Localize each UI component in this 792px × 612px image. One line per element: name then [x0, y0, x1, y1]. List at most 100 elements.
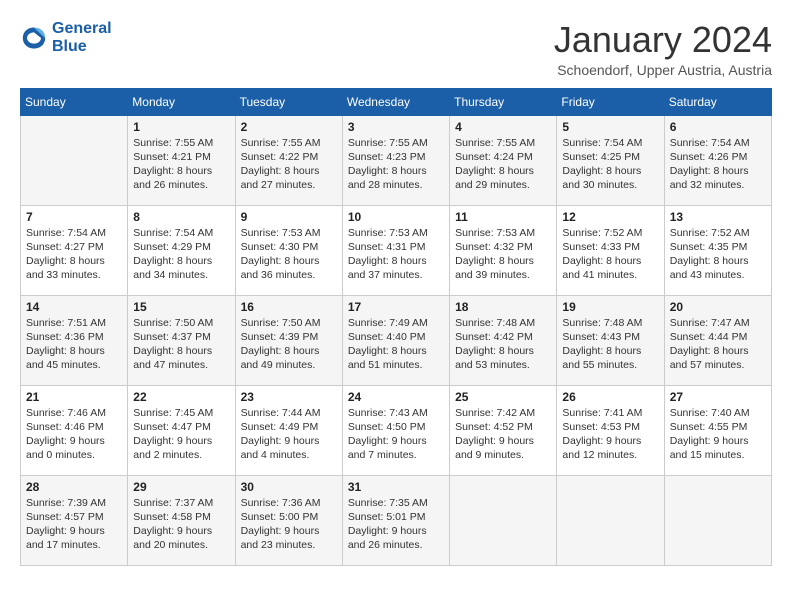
- day-info: Sunrise: 7:55 AM Sunset: 4:23 PM Dayligh…: [348, 136, 444, 193]
- day-info: Sunrise: 7:54 AM Sunset: 4:26 PM Dayligh…: [670, 136, 766, 193]
- calendar-cell: 28 Sunrise: 7:39 AM Sunset: 4:57 PM Dayli…: [21, 475, 128, 565]
- calendar-cell: 6 Sunrise: 7:54 AM Sunset: 4:26 PM Daylig…: [664, 115, 771, 205]
- calendar-cell: 13 Sunrise: 7:52 AM Sunset: 4:35 PM Dayli…: [664, 205, 771, 295]
- day-number: 9: [241, 210, 337, 224]
- day-number: 30: [241, 480, 337, 494]
- calendar-cell: [21, 115, 128, 205]
- calendar-cell: 8Sunrise: 7:54 AM Sunset: 4:29 PM Daylig…: [128, 205, 235, 295]
- day-info: Sunrise: 7:44 AM Sunset: 4:49 PM Dayligh…: [241, 406, 337, 463]
- calendar-cell: 7 Sunrise: 7:54 AM Sunset: 4:27 PM Daylig…: [21, 205, 128, 295]
- calendar-cell: 22Sunrise: 7:45 AM Sunset: 4:47 PM Dayli…: [128, 385, 235, 475]
- calendar-cell: 12 Sunrise: 7:52 AM Sunset: 4:33 PM Dayli…: [557, 205, 664, 295]
- calendar-cell: 11 Sunrise: 7:53 AM Sunset: 4:32 PM Dayli…: [450, 205, 557, 295]
- calendar-cell: [450, 475, 557, 565]
- weekday-header-monday: Monday: [128, 88, 235, 115]
- day-number: 17: [348, 300, 444, 314]
- day-number: 5: [562, 120, 658, 134]
- calendar-cell: 15Sunrise: 7:50 AM Sunset: 4:37 PM Dayli…: [128, 295, 235, 385]
- day-info: Sunrise: 7:55 AM Sunset: 4:24 PM Dayligh…: [455, 136, 551, 193]
- calendar-cell: 18Sunrise: 7:48 AM Sunset: 4:42 PM Dayli…: [450, 295, 557, 385]
- day-info: Sunrise: 7:46 AM Sunset: 4:46 PM Dayligh…: [26, 406, 122, 463]
- day-number: 19: [562, 300, 658, 314]
- calendar-cell: 10 Sunrise: 7:53 AM Sunset: 4:31 PM Dayli…: [342, 205, 449, 295]
- calendar-header: SundayMondayTuesdayWednesdayThursdayFrid…: [21, 88, 772, 115]
- calendar-cell: [557, 475, 664, 565]
- day-number: 6: [670, 120, 766, 134]
- calendar-cell: 9Sunrise: 7:53 AM Sunset: 4:30 PM Daylig…: [235, 205, 342, 295]
- weekday-header-sunday: Sunday: [21, 88, 128, 115]
- calendar-cell: 31Sunrise: 7:35 AM Sunset: 5:01 PM Dayli…: [342, 475, 449, 565]
- day-number: 10: [348, 210, 444, 224]
- day-number: 13: [670, 210, 766, 224]
- day-number: 29: [133, 480, 229, 494]
- day-info: Sunrise: 7:53 AM Sunset: 4:31 PM Dayligh…: [348, 226, 444, 283]
- calendar-cell: 5Sunrise: 7:54 AM Sunset: 4:25 PM Daylig…: [557, 115, 664, 205]
- day-number: 14: [26, 300, 122, 314]
- calendar-cell: 29 Sunrise: 7:37 AM Sunset: 4:58 PM Dayli…: [128, 475, 235, 565]
- day-info: Sunrise: 7:37 AM Sunset: 4:58 PM Dayligh…: [133, 496, 229, 553]
- month-year-title: January 2024: [554, 20, 772, 60]
- day-number: 25: [455, 390, 551, 404]
- calendar-cell: 3 Sunrise: 7:55 AM Sunset: 4:23 PM Daylig…: [342, 115, 449, 205]
- calendar-table: SundayMondayTuesdayWednesdayThursdayFrid…: [20, 88, 772, 566]
- calendar-cell: 4 Sunrise: 7:55 AM Sunset: 4:24 PM Daylig…: [450, 115, 557, 205]
- day-info: Sunrise: 7:53 AM Sunset: 4:32 PM Dayligh…: [455, 226, 551, 283]
- calendar-cell: 16Sunrise: 7:50 AM Sunset: 4:39 PM Dayli…: [235, 295, 342, 385]
- day-info: Sunrise: 7:54 AM Sunset: 4:29 PM Dayligh…: [133, 226, 229, 283]
- day-number: 15: [133, 300, 229, 314]
- day-info: Sunrise: 7:55 AM Sunset: 4:21 PM Dayligh…: [133, 136, 229, 193]
- day-info: Sunrise: 7:45 AM Sunset: 4:47 PM Dayligh…: [133, 406, 229, 463]
- title-block: January 2024 Schoendorf, Upper Austria, …: [554, 20, 772, 78]
- day-info: Sunrise: 7:36 AM Sunset: 5:00 PM Dayligh…: [241, 496, 337, 553]
- day-number: 7: [26, 210, 122, 224]
- calendar-cell: 25 Sunrise: 7:42 AM Sunset: 4:52 PM Dayli…: [450, 385, 557, 475]
- calendar-week-row: 7 Sunrise: 7:54 AM Sunset: 4:27 PM Daylig…: [21, 205, 772, 295]
- calendar-week-row: 21 Sunrise: 7:46 AM Sunset: 4:46 PM Dayli…: [21, 385, 772, 475]
- day-number: 11: [455, 210, 551, 224]
- day-number: 12: [562, 210, 658, 224]
- weekday-header-row: SundayMondayTuesdayWednesdayThursdayFrid…: [21, 88, 772, 115]
- day-info: Sunrise: 7:52 AM Sunset: 4:35 PM Dayligh…: [670, 226, 766, 283]
- day-info: Sunrise: 7:43 AM Sunset: 4:50 PM Dayligh…: [348, 406, 444, 463]
- day-number: 20: [670, 300, 766, 314]
- calendar-week-row: 1 Sunrise: 7:55 AM Sunset: 4:21 PM Daylig…: [21, 115, 772, 205]
- day-info: Sunrise: 7:48 AM Sunset: 4:42 PM Dayligh…: [455, 316, 551, 373]
- weekday-header-saturday: Saturday: [664, 88, 771, 115]
- weekday-header-thursday: Thursday: [450, 88, 557, 115]
- calendar-cell: 24 Sunrise: 7:43 AM Sunset: 4:50 PM Dayli…: [342, 385, 449, 475]
- calendar-cell: 1 Sunrise: 7:55 AM Sunset: 4:21 PM Daylig…: [128, 115, 235, 205]
- day-number: 4: [455, 120, 551, 134]
- day-info: Sunrise: 7:55 AM Sunset: 4:22 PM Dayligh…: [241, 136, 337, 193]
- day-info: Sunrise: 7:54 AM Sunset: 4:27 PM Dayligh…: [26, 226, 122, 283]
- calendar-cell: 26Sunrise: 7:41 AM Sunset: 4:53 PM Dayli…: [557, 385, 664, 475]
- calendar-cell: 23 Sunrise: 7:44 AM Sunset: 4:49 PM Dayli…: [235, 385, 342, 475]
- day-number: 28: [26, 480, 122, 494]
- calendar-week-row: 14 Sunrise: 7:51 AM Sunset: 4:36 PM Dayli…: [21, 295, 772, 385]
- logo: General Blue: [20, 20, 112, 56]
- weekday-header-tuesday: Tuesday: [235, 88, 342, 115]
- day-number: 1: [133, 120, 229, 134]
- logo-icon: [20, 24, 48, 52]
- page-header: General Blue January 2024 Schoendorf, Up…: [20, 20, 772, 78]
- day-info: Sunrise: 7:39 AM Sunset: 4:57 PM Dayligh…: [26, 496, 122, 553]
- location-subtitle: Schoendorf, Upper Austria, Austria: [554, 62, 772, 78]
- weekday-header-wednesday: Wednesday: [342, 88, 449, 115]
- calendar-cell: 17 Sunrise: 7:49 AM Sunset: 4:40 PM Dayli…: [342, 295, 449, 385]
- day-info: Sunrise: 7:52 AM Sunset: 4:33 PM Dayligh…: [562, 226, 658, 283]
- day-number: 23: [241, 390, 337, 404]
- calendar-week-row: 28 Sunrise: 7:39 AM Sunset: 4:57 PM Dayli…: [21, 475, 772, 565]
- day-info: Sunrise: 7:47 AM Sunset: 4:44 PM Dayligh…: [670, 316, 766, 373]
- day-number: 16: [241, 300, 337, 314]
- day-info: Sunrise: 7:42 AM Sunset: 4:52 PM Dayligh…: [455, 406, 551, 463]
- calendar-cell: [664, 475, 771, 565]
- calendar-body: 1 Sunrise: 7:55 AM Sunset: 4:21 PM Daylig…: [21, 115, 772, 565]
- day-info: Sunrise: 7:51 AM Sunset: 4:36 PM Dayligh…: [26, 316, 122, 373]
- day-info: Sunrise: 7:49 AM Sunset: 4:40 PM Dayligh…: [348, 316, 444, 373]
- calendar-cell: 2Sunrise: 7:55 AM Sunset: 4:22 PM Daylig…: [235, 115, 342, 205]
- day-number: 24: [348, 390, 444, 404]
- day-number: 26: [562, 390, 658, 404]
- day-number: 27: [670, 390, 766, 404]
- day-info: Sunrise: 7:48 AM Sunset: 4:43 PM Dayligh…: [562, 316, 658, 373]
- day-number: 21: [26, 390, 122, 404]
- day-number: 3: [348, 120, 444, 134]
